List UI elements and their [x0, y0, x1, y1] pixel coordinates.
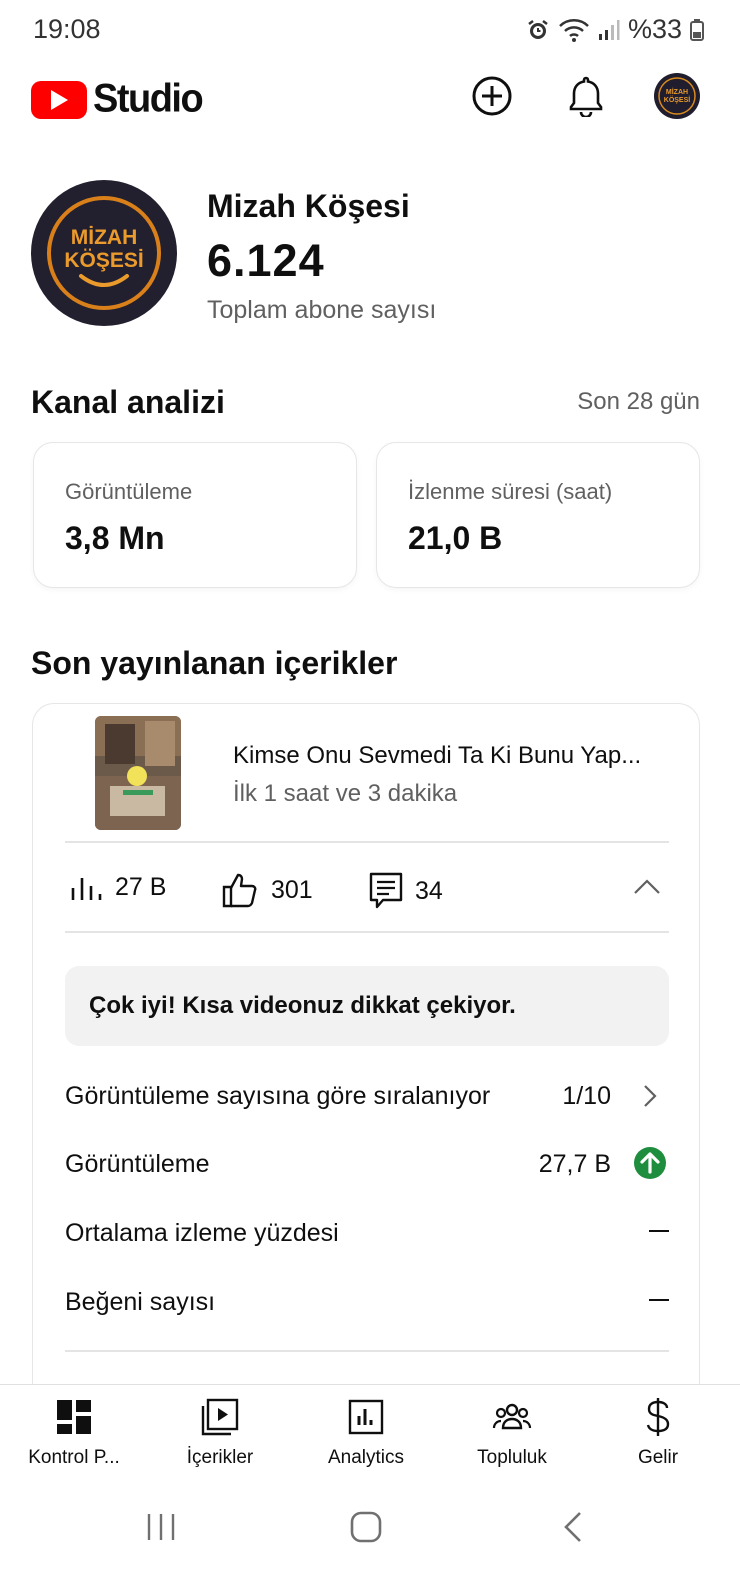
channel-summary: MİZAH KÖŞESİ Mizah Köşesi 6.124 Toplam a… — [31, 180, 711, 328]
recent-content-title: Son yayınlanan içerikler — [31, 645, 398, 681]
status-icons: %33 — [526, 14, 704, 45]
nav-label: Topluluk — [477, 1447, 547, 1468]
row-label: Görüntüleme sayısına göre sıralanıyor — [65, 1082, 491, 1110]
bell-icon — [569, 76, 603, 117]
subscriber-count: 6.124 — [207, 235, 325, 286]
ranking-row[interactable]: Görüntüleme sayısına göre sıralanıyor 1/… — [65, 1076, 669, 1116]
status-time: 19:08 — [33, 14, 101, 44]
row-value: 27,7 B — [538, 1150, 611, 1178]
watch-time-metric-card[interactable]: İzlenme süresi (saat) 21,0 B — [376, 442, 700, 588]
avg-view-percentage-row: Ortalama izleme yüzdesi — [65, 1213, 669, 1253]
nav-label: Gelir — [637, 1447, 679, 1468]
metric-value: 3,8 Mn — [65, 520, 165, 556]
dollar-icon — [646, 1398, 670, 1436]
video-thumbnail[interactable] — [95, 716, 181, 830]
avatar-text-1: MİZAH — [71, 226, 138, 249]
comments-stat: 34 — [369, 872, 443, 910]
recent-apps-icon — [147, 1514, 175, 1540]
svg-text:KÖŞESİ: KÖŞESİ — [664, 95, 691, 104]
video-time-window: İlk 1 saat ve 3 dakika — [233, 780, 458, 807]
views-row: Görüntüleme 27,7 B — [65, 1144, 669, 1184]
nav-label: Analytics — [327, 1447, 405, 1468]
svg-text:MİZAH: MİZAH — [666, 88, 688, 96]
row-label: Beğeni sayısı — [65, 1288, 216, 1316]
signal-icon — [598, 19, 620, 40]
views-bars-icon — [71, 878, 102, 900]
video-title[interactable]: Kimse Onu Sevmedi Ta Ki Bunu Yap... — [233, 742, 641, 770]
app-name: Studio — [93, 76, 204, 122]
recent-apps-button[interactable] — [144, 1502, 178, 1552]
notifications-button[interactable] — [562, 72, 610, 120]
comment-icon — [369, 872, 403, 909]
alarm-icon — [528, 19, 548, 39]
divider — [65, 841, 669, 843]
comments-value: 34 — [415, 876, 443, 905]
collapse-button[interactable] — [633, 878, 661, 901]
analytics-icon — [348, 1399, 384, 1435]
nav-dashboard[interactable]: Kontrol P... — [0, 1397, 148, 1469]
divider — [65, 931, 669, 933]
likes-stat: 301 — [221, 872, 313, 908]
chevron-up-icon — [634, 879, 660, 894]
content-icon — [201, 1398, 239, 1436]
add-circle-icon — [472, 76, 512, 116]
wifi-icon — [559, 18, 589, 42]
insight-banner: Çok iyi! Kısa videonuz dikkat çekiyor. — [65, 966, 669, 1046]
youtube-studio-logo[interactable]: Studio — [31, 76, 204, 122]
recent-video-card: Kimse Onu Sevmedi Ta Ki Bunu Yap... İlk … — [32, 703, 700, 1423]
metric-value: 21,0 B — [408, 520, 503, 556]
views-metric-card[interactable]: Görüntüleme 3,8 Mn — [33, 442, 357, 588]
insight-text: Çok iyi! Kısa videonuz dikkat çekiyor. — [89, 992, 516, 1019]
subscriber-label: Toplam abone sayısı — [207, 296, 437, 324]
dashboard-icon — [57, 1400, 91, 1434]
create-button[interactable] — [468, 72, 516, 120]
empty-value-dash — [649, 1299, 669, 1301]
battery-percent: %33 — [627, 14, 682, 44]
nav-label: Kontrol P... — [28, 1447, 120, 1468]
row-value: 1/10 — [562, 1082, 611, 1110]
metric-label: Görüntüleme — [65, 479, 193, 504]
nav-community[interactable]: Topluluk — [438, 1397, 586, 1469]
app-header: Studio MİZAH KÖŞESİ — [0, 60, 740, 140]
empty-value-dash — [649, 1230, 669, 1232]
views-value: 27 B — [115, 872, 167, 901]
row-label: Görüntüleme — [65, 1150, 210, 1178]
battery-icon — [690, 18, 704, 41]
chevron-right-icon — [644, 1085, 657, 1107]
back-icon — [564, 1512, 581, 1542]
status-bar: 19:08 %33 — [0, 0, 740, 60]
channel-avatar[interactable]: MİZAH KÖŞESİ — [31, 180, 177, 326]
system-navigation-bar — [0, 1480, 740, 1586]
bottom-navigation: Kontrol P... İçerikler Analytics Toplulu… — [0, 1384, 740, 1480]
nav-content[interactable]: İçerikler — [146, 1397, 294, 1469]
views-stat: 27 B — [71, 872, 166, 902]
trend-up-icon — [634, 1147, 666, 1179]
metric-label: İzlenme süresi (saat) — [408, 479, 613, 504]
back-button[interactable] — [558, 1502, 588, 1552]
avatar-text-2: KÖŞESİ — [64, 249, 143, 272]
nav-earn[interactable]: Gelir — [584, 1397, 732, 1469]
account-avatar[interactable]: MİZAH KÖŞESİ — [654, 73, 700, 119]
row-label: Ortalama izleme yüzdesi — [65, 1219, 339, 1247]
nav-label: İçerikler — [186, 1447, 254, 1468]
youtube-play-icon — [31, 80, 87, 119]
analytics-range: Son 28 gün — [577, 388, 700, 415]
home-button[interactable] — [346, 1502, 386, 1552]
nav-analytics[interactable]: Analytics — [292, 1397, 440, 1469]
analytics-section-title: Kanal analizi — [31, 384, 225, 420]
home-icon — [350, 1511, 382, 1543]
channel-name: Mizah Köşesi — [207, 188, 410, 224]
likes-row: Beğeni sayısı — [65, 1282, 669, 1322]
likes-value: 301 — [271, 875, 313, 904]
thumbs-up-icon — [222, 873, 257, 908]
divider — [65, 1350, 669, 1352]
community-icon — [492, 1403, 532, 1430]
